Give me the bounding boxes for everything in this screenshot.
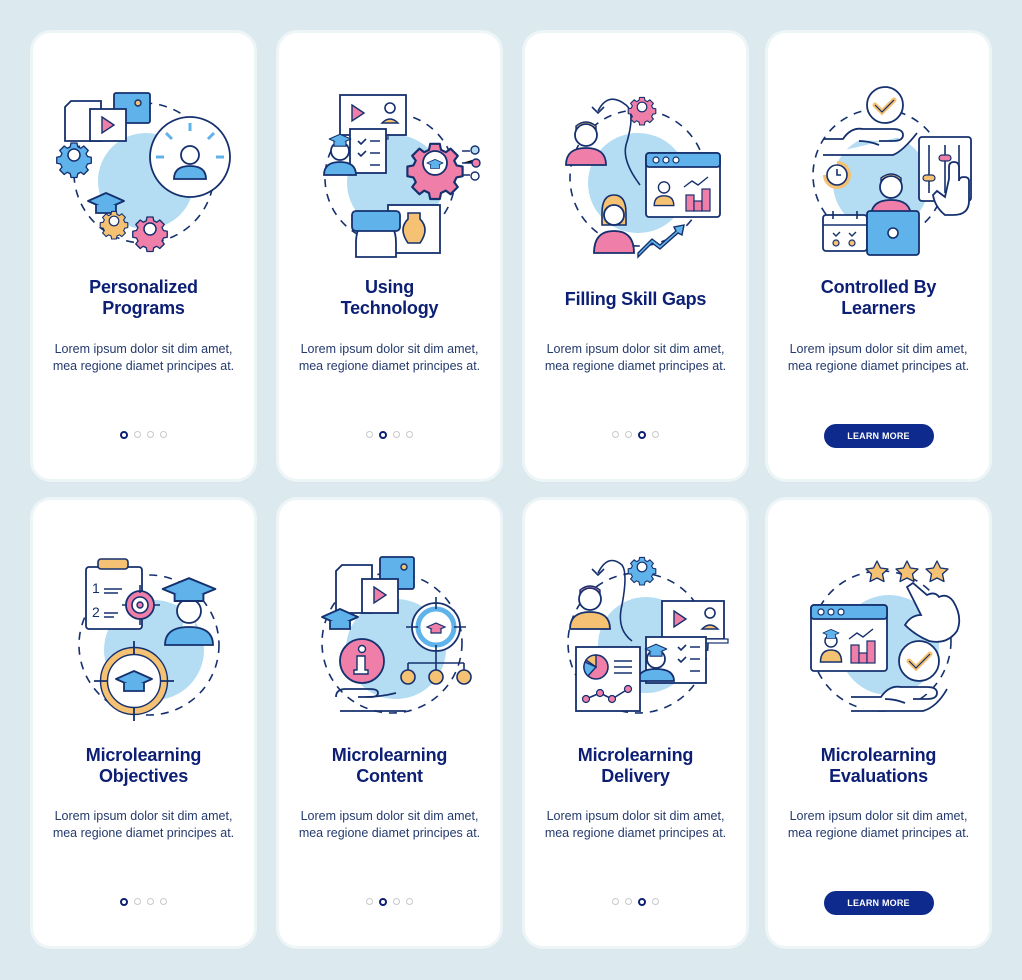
gear-icon <box>55 142 92 179</box>
pagination-dots <box>525 898 746 906</box>
pagination-dot-3[interactable] <box>393 898 400 905</box>
card-title-line2: Objectives <box>98 766 189 786</box>
filling-skill-gaps-illustration <box>564 96 721 259</box>
card-title-line1: Controlled By <box>820 277 937 297</box>
card-title-line2: Technology <box>340 298 439 318</box>
pagination-dots <box>525 431 746 439</box>
pagination-dots <box>279 431 500 439</box>
card-title: Microlearning Delivery <box>535 745 736 787</box>
pagination-dot-1[interactable] <box>612 431 619 438</box>
pagination-dots <box>33 898 254 906</box>
pagination-dot-1[interactable] <box>366 431 373 438</box>
microlearning-evaluations-illustration <box>809 560 960 712</box>
card-description: Lorem ipsum dolor sit dim amet, mea regi… <box>787 809 970 840</box>
onboarding-card-controlled-by-learners: Controlled By Learners Lorem ipsum dolor… <box>768 33 989 479</box>
microlearning-content-illustration <box>320 556 472 714</box>
card-description: Lorem ipsum dolor sit dim amet, mea regi… <box>787 342 970 373</box>
card-description: Lorem ipsum dolor sit dim amet, mea regi… <box>544 342 727 373</box>
pagination-dots <box>33 431 254 439</box>
onboarding-card-microlearning-delivery: Microlearning Delivery Lorem ipsum dolor… <box>525 500 746 946</box>
pagination-dot-4[interactable] <box>406 431 413 438</box>
learn-more-button[interactable]: LEARN MORE <box>823 424 934 448</box>
card-title-line1: Using <box>364 277 414 297</box>
card-title-line2: Learners <box>841 298 916 318</box>
rating-stars-icon <box>864 560 949 583</box>
pagination-dot-2[interactable] <box>134 898 141 905</box>
card-title: Microlearning Objectives <box>43 745 244 787</box>
card-title-line1: Microlearning <box>820 745 937 765</box>
pagination-dot-4[interactable] <box>652 431 659 438</box>
onboarding-card-filling-skill-gaps: Filling Skill Gaps Lorem ipsum dolor sit… <box>525 33 746 479</box>
card-title: Using Technology <box>289 277 490 319</box>
pagination-dot-4[interactable] <box>160 431 167 438</box>
pagination-dot-3[interactable] <box>147 898 154 905</box>
pagination-dot-3[interactable] <box>147 431 154 438</box>
pagination-dot-4[interactable] <box>406 898 413 905</box>
personalized-programs-illustration <box>55 92 231 253</box>
card-title: Filling Skill Gaps <box>535 289 736 310</box>
vr-headset-icon <box>350 210 401 232</box>
gear-icon <box>627 96 656 126</box>
pagination-dot-1[interactable] <box>612 898 619 905</box>
card-title-line1: Personalized <box>89 277 198 297</box>
pagination-dot-4[interactable] <box>160 898 167 905</box>
card-title: Microlearning Content <box>289 745 490 787</box>
pagination-dot-2[interactable] <box>625 898 632 905</box>
card-title-line2: Content <box>356 766 423 786</box>
onboarding-card-microlearning-objectives: 1 2 Microlearning Objectives Lorem ipsum… <box>33 500 254 946</box>
pagination-dot-1[interactable] <box>120 431 128 439</box>
card-title: Microlearning Evaluations <box>778 745 979 787</box>
card-title-line1: Microlearning <box>577 745 694 765</box>
card-description: Lorem ipsum dolor sit dim amet, mea regi… <box>298 342 481 373</box>
onboarding-card-microlearning-evaluations: Microlearning Evaluations Lorem ipsum do… <box>768 500 989 946</box>
check-circle-icon <box>897 640 940 682</box>
pagination-dot-1[interactable] <box>366 898 373 905</box>
svg-text:1: 1 <box>92 580 100 596</box>
learn-more-button[interactable]: LEARN MORE <box>823 891 934 915</box>
controlled-by-learners-illustration <box>811 86 972 256</box>
onboarding-card-personalized-programs: Personalized Programs Lorem ipsum dolor … <box>33 33 254 479</box>
card-title: Personalized Programs <box>43 277 244 319</box>
onboarding-card-using-technology: Using Technology Lorem ipsum dolor sit d… <box>279 33 500 479</box>
pagination-dot-2[interactable] <box>379 431 387 439</box>
hand-icon <box>850 685 948 712</box>
pagination-dot-3[interactable] <box>638 898 646 906</box>
card-title-line1: Filling Skill Gaps <box>564 289 707 309</box>
svg-text:2: 2 <box>92 604 100 620</box>
pagination-dot-3[interactable] <box>393 431 400 438</box>
gear-icon <box>405 142 464 201</box>
pagination-dot-1[interactable] <box>120 898 128 906</box>
card-title-line2: Programs <box>102 298 185 318</box>
card-title-line1: Microlearning <box>331 745 448 765</box>
card-title: Controlled By Learners <box>778 277 979 319</box>
calendar-icon <box>821 214 868 252</box>
pagination-dot-4[interactable] <box>652 898 659 905</box>
card-description: Lorem ipsum dolor sit dim amet, mea regi… <box>52 342 235 373</box>
card-description: Lorem ipsum dolor sit dim amet, mea regi… <box>298 809 481 840</box>
pagination-dot-3[interactable] <box>638 431 646 439</box>
check-circle-icon <box>865 86 904 124</box>
card-title-line2: Delivery <box>601 766 670 786</box>
card-title-line2: Evaluations <box>829 766 928 786</box>
pagination-dots <box>279 898 500 906</box>
pagination-dot-2[interactable] <box>625 431 632 438</box>
card-description: Lorem ipsum dolor sit dim amet, mea regi… <box>544 809 727 840</box>
card-description: Lorem ipsum dolor sit dim amet, mea regi… <box>52 809 235 840</box>
onboarding-card-microlearning-content: Microlearning Content Lorem ipsum dolor … <box>279 500 500 946</box>
microlearning-delivery-illustration <box>566 556 729 714</box>
microlearning-objectives-illustration: 1 2 <box>77 558 220 721</box>
pagination-dot-2[interactable] <box>134 431 141 438</box>
using-technology-illustration <box>322 94 481 258</box>
pagination-dot-2[interactable] <box>379 898 387 906</box>
gear-icon <box>627 556 656 586</box>
card-title-line1: Microlearning <box>85 745 202 765</box>
